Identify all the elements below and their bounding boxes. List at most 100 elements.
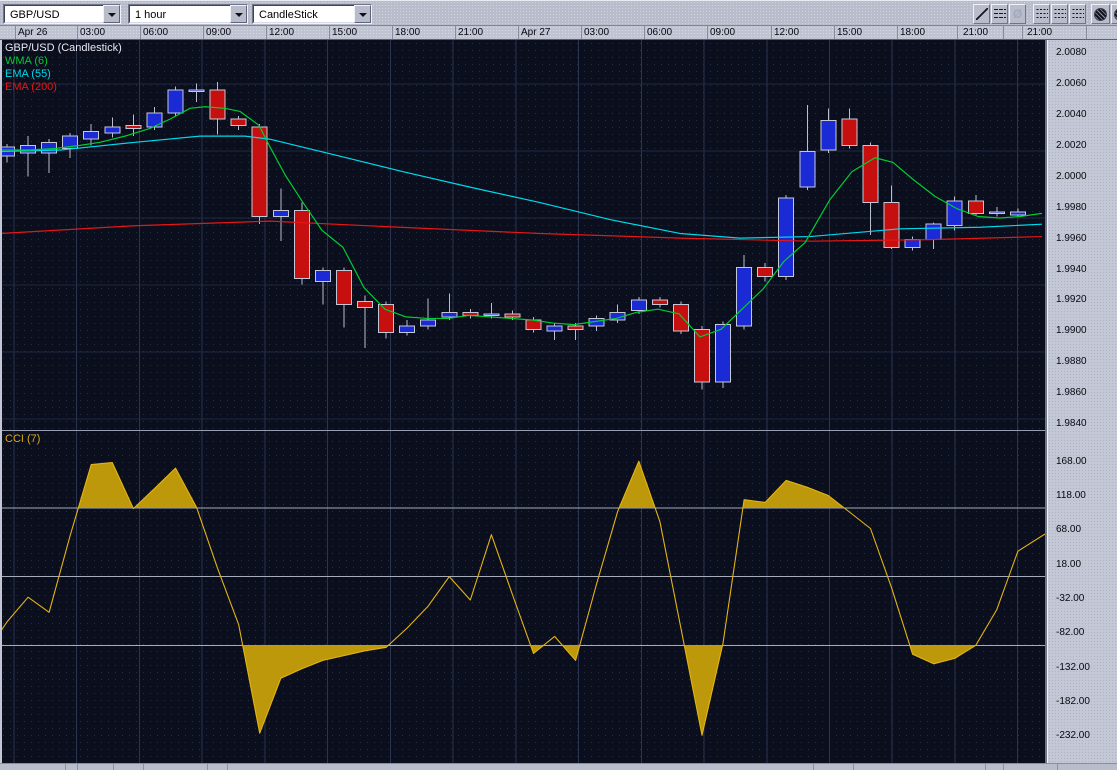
pattern-1-button[interactable] [1091, 4, 1110, 24]
time-axis-tick [140, 26, 141, 40]
cci-panel-title: CCI (7) [5, 433, 40, 445]
scrollbar-divider [65, 764, 66, 770]
dash-rows-icon [993, 9, 1006, 20]
scrollbar-divider [853, 764, 854, 770]
time-axis-label: 18:00 [900, 27, 925, 38]
time-axis-tick [897, 26, 898, 40]
time-axis-tick [644, 26, 645, 40]
scrollbar-divider [1057, 764, 1058, 770]
oslash-icon: Ø [1013, 8, 1022, 20]
scrollbar-divider [1003, 764, 1004, 770]
time-axis-tick [1086, 26, 1087, 40]
time-axis-label: 21:00 [963, 27, 988, 38]
time-axis-tick [707, 26, 708, 40]
cci-axis-label: 168.00 [1056, 456, 1087, 467]
chevron-down-icon[interactable] [354, 5, 371, 23]
grid-style-1-button[interactable] [1033, 4, 1050, 24]
legend-ema200: EMA (200) [5, 81, 122, 94]
ellipse-tool-button[interactable]: Ø [1009, 4, 1026, 24]
cci-axis-label: -182.00 [1056, 696, 1090, 707]
scrollbar-divider [227, 764, 228, 770]
cci-axis-label: 18.00 [1056, 559, 1081, 570]
symbol-select[interactable]: GBP/USD [3, 4, 121, 24]
scrollbar-divider [207, 764, 208, 770]
price-axis[interactable]: 2.00802.00602.00402.00202.00001.99801.99… [1047, 40, 1117, 763]
price-axis-label: 2.0000 [1056, 171, 1087, 182]
time-axis[interactable]: Apr 26 03:00 06:00 09:00 12:00 15:00 18:00 21:0… [0, 26, 1117, 40]
dot-rows-icon [1035, 9, 1048, 20]
time-axis-tick [455, 26, 456, 40]
time-axis-label: 18:00 [395, 27, 420, 38]
time-axis-label: 06:00 [647, 27, 672, 38]
time-axis-label: 06:00 [143, 27, 168, 38]
time-axis-label: Apr 27 [521, 27, 550, 38]
chart-type-select-value: CandleStick [253, 5, 354, 23]
price-axis-label: 1.9860 [1056, 387, 1087, 398]
time-axis-tick [392, 26, 393, 40]
scrollbar-divider [113, 764, 114, 770]
checker-circle-icon [1094, 8, 1107, 21]
drawing-tools-group: Ø [973, 3, 1117, 25]
trendline-tool-button[interactable] [973, 4, 990, 24]
time-axis-tick [957, 26, 958, 40]
toolbar: GBP/USD 1 hour CandleStick Ø [0, 0, 1117, 26]
plot-left-border [0, 40, 2, 763]
horizontal-scrollbar[interactable] [0, 763, 1117, 770]
chart-type-select[interactable]: CandleStick [252, 4, 372, 24]
time-axis-tick [771, 26, 772, 40]
time-axis-label: 03:00 [584, 27, 609, 38]
dot-rows-icon [1071, 9, 1084, 20]
time-axis-tick [266, 26, 267, 40]
pattern-2-button[interactable] [1111, 4, 1117, 24]
cci-axis-label: -132.00 [1056, 662, 1090, 673]
cci-axis-label: -82.00 [1056, 627, 1084, 638]
price-axis-label: 1.9940 [1056, 264, 1087, 275]
horizontal-lines-tool-button[interactable] [991, 4, 1008, 24]
time-axis-tick [581, 26, 582, 40]
scrollbar-divider [813, 764, 814, 770]
price-axis-label: 1.9960 [1056, 233, 1087, 244]
legend-title: GBP/USD (Candlestick) [5, 42, 122, 55]
time-axis-label: 03:00 [80, 27, 105, 38]
scrollbar-divider [985, 764, 986, 770]
candlestick-chart [0, 40, 1047, 430]
time-axis-label: Apr 26 [18, 27, 47, 38]
time-axis-tick [1022, 26, 1023, 40]
price-chart-canvas[interactable] [0, 40, 1047, 430]
interval-select-value: 1 hour [129, 5, 230, 23]
grid-style-2-button[interactable] [1051, 4, 1068, 24]
time-axis-label: 21:00 [1027, 27, 1052, 38]
symbol-select-value: GBP/USD [4, 5, 103, 23]
time-axis-label: 09:00 [206, 27, 231, 38]
time-axis-tick [203, 26, 204, 40]
cci-axis-label: 68.00 [1056, 524, 1081, 535]
chevron-down-icon [235, 13, 243, 21]
price-axis-label: 2.0080 [1056, 47, 1087, 58]
cci-indicator-canvas[interactable] [0, 431, 1047, 763]
time-axis-label: 12:00 [269, 27, 294, 38]
time-axis-tick [15, 26, 16, 40]
price-axis-label: 1.9900 [1056, 325, 1087, 336]
price-axis-label: 2.0020 [1056, 140, 1087, 151]
chevron-down-icon[interactable] [230, 5, 247, 23]
chevron-down-icon [359, 13, 367, 21]
price-axis-label: 1.9880 [1056, 356, 1087, 367]
interval-select[interactable]: 1 hour [128, 4, 248, 24]
grid-style-3-button[interactable] [1069, 4, 1086, 24]
time-axis-label: 12:00 [774, 27, 799, 38]
time-axis-tick [329, 26, 330, 40]
symbol-select-dropdown-button[interactable] [103, 5, 120, 23]
dot-rows-icon [1053, 9, 1066, 20]
price-axis-label: 2.0060 [1056, 78, 1087, 89]
time-axis-label: 21:00 [458, 27, 483, 38]
price-axis-label: 1.9920 [1056, 294, 1087, 305]
charting-application: GBP/USD 1 hour CandleStick Ø Apr 26 03:00… [0, 0, 1117, 770]
legend-wma6: WMA (6) [5, 55, 122, 68]
price-axis-label: 1.9840 [1056, 418, 1087, 429]
scrollbar-divider [143, 764, 144, 770]
cci-axis-label: 118.00 [1056, 490, 1086, 501]
legend-ema55: EMA (55) [5, 68, 122, 81]
time-axis-label: 15:00 [837, 27, 862, 38]
slash-icon [976, 8, 988, 20]
legend: GBP/USD (Candlestick) WMA (6) EMA (55) E… [5, 42, 122, 94]
